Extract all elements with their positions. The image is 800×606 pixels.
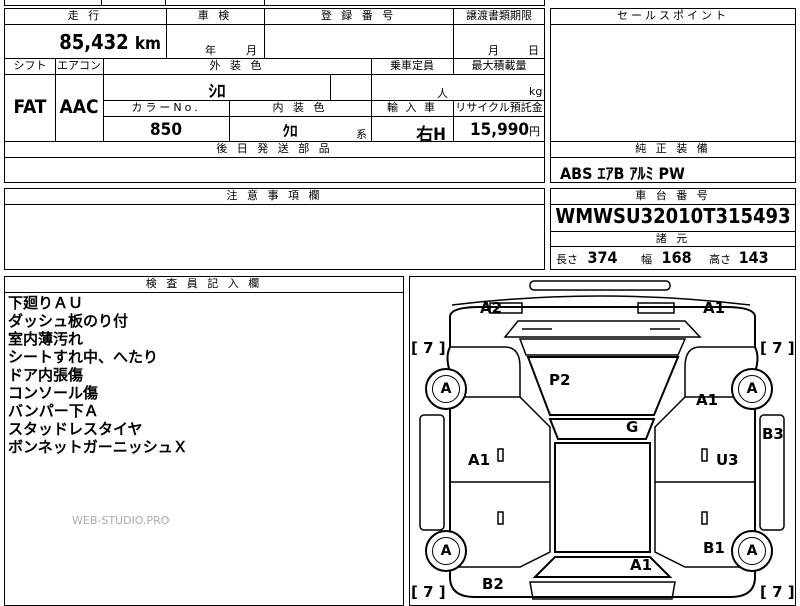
specs-row: 長さ 374 幅 168 高さ 143 <box>556 248 794 267</box>
tire-rear-left: A <box>425 530 467 572</box>
shift-value: FAT <box>13 96 47 118</box>
mark-rear-center: A1 <box>630 556 653 574</box>
mark-right-rear: B1 <box>703 539 725 557</box>
inspector-note: ボンネットガーニッシュＸ <box>8 438 188 456</box>
inspector-label: 検 査 員 記 入 欄 <box>5 277 403 291</box>
tread-rear-right: [ 7 ] <box>760 583 795 601</box>
recycle-label: リサイクル預託金 <box>454 101 544 115</box>
registration-label: 登 録 番 号 <box>265 9 452 23</box>
top-strip <box>4 0 545 6</box>
sales-point-box <box>550 8 796 142</box>
capacity-unit: 人 <box>437 87 448 100</box>
transfer-month-unit: 月 <box>488 44 499 57</box>
inspection-month-unit: 月 <box>246 44 257 57</box>
sales-point-label: セールスポイント <box>551 9 795 23</box>
height-value: 143 <box>738 248 769 267</box>
tire-grade: A <box>738 375 766 403</box>
mark-front-right: A1 <box>703 299 726 317</box>
recycle-value: 15,990円 <box>469 120 540 140</box>
inspector-note: ドア内張傷 <box>8 366 84 384</box>
chassis-label: 車 台 番 号 <box>551 189 795 203</box>
mark-rear-left: B2 <box>482 575 504 593</box>
transfer-deadline-label: 譲渡書類期限 <box>454 9 544 23</box>
tread-front-right: [ 7 ] <box>760 339 795 357</box>
interior-color-suffix: 系 <box>356 128 367 141</box>
tire-front-right: A <box>731 368 773 410</box>
mark-right-mirror: B3 <box>762 425 784 443</box>
mileage-label: 走 行 <box>5 9 165 23</box>
tire-grade: A <box>432 375 460 403</box>
inspection-label: 車 検 <box>167 9 263 23</box>
color-no-value: 850 <box>150 120 182 140</box>
exterior-color-value: ｼﾛ <box>208 82 226 102</box>
max-load-unit: kg <box>529 85 543 98</box>
specs-label: 諸 元 <box>551 232 795 246</box>
interior-color-label: 内 装 色 <box>230 101 370 115</box>
shift-label: シフト <box>5 59 55 73</box>
inspector-note: 室内薄汚れ <box>8 330 84 348</box>
tire-rear-right: A <box>731 530 773 572</box>
inspector-notes: 下廻りＡＵ ダッシュ板のり付 室内薄汚れ シートすれ中、へたり ドア内張傷 コン… <box>8 294 188 456</box>
import-label: 輸 入 車 <box>372 101 452 115</box>
mark-right-fender: A1 <box>696 391 719 409</box>
chassis-value: WMWSU32010T315493 <box>555 204 791 228</box>
mileage-value: 85,432 km <box>59 30 161 54</box>
tread-rear-left: [ 7 ] <box>411 583 446 601</box>
mark-front-left: A2 <box>480 299 503 317</box>
tire-grade: A <box>738 537 766 565</box>
equipment-value: ABS ｴｱB ｱﾙﾐ PW <box>560 164 685 183</box>
inspector-note: バンパー下Ａ <box>8 402 99 420</box>
inspector-note: ダッシュ板のり付 <box>8 312 129 330</box>
capacity-label: 乗車定員 <box>372 59 452 73</box>
width-label: 幅 <box>641 253 653 266</box>
inspector-note: シートすれ中、へたり <box>8 348 159 366</box>
mark-roof: G <box>626 418 639 436</box>
interior-color-value: ｸﾛ <box>282 122 298 140</box>
height-label: 高さ <box>709 253 732 266</box>
aircon-label: エアコン <box>56 59 102 73</box>
tire-grade: A <box>432 537 460 565</box>
mark-right-door: U3 <box>716 451 739 469</box>
color-no-label: カラーNo. <box>104 101 228 115</box>
notes-label: 注 意 事 項 欄 <box>5 189 544 203</box>
recycle-unit: 円 <box>529 125 540 138</box>
inspector-note: 下廻りＡＵ <box>8 294 84 312</box>
later-parts-label: 後 日 発 送 部 品 <box>5 142 544 156</box>
width-value: 168 <box>661 248 692 267</box>
equipment-label: 純 正 装 備 <box>551 142 795 156</box>
mark-windshield: P2 <box>549 371 571 389</box>
tire-front-left: A <box>425 368 467 410</box>
watermark: WEB-STUDIO.PRO <box>72 514 170 527</box>
length-value: 374 <box>587 248 618 267</box>
inspection-year-unit: 年 <box>205 44 216 57</box>
exterior-color-label: 外 装 色 <box>104 59 370 73</box>
transfer-day-unit: 日 <box>528 44 539 57</box>
aircon-value: AAC <box>59 96 99 118</box>
tread-front-left: [ 7 ] <box>411 339 446 357</box>
mileage-unit: km <box>134 34 161 54</box>
inspector-note: コンソール傷 <box>8 384 99 402</box>
length-label: 長さ <box>556 253 578 266</box>
mark-left-door: A1 <box>468 451 491 469</box>
max-load-label: 最大積載量 <box>454 59 544 73</box>
inspector-note: スタッドレスタイヤ <box>8 420 143 438</box>
